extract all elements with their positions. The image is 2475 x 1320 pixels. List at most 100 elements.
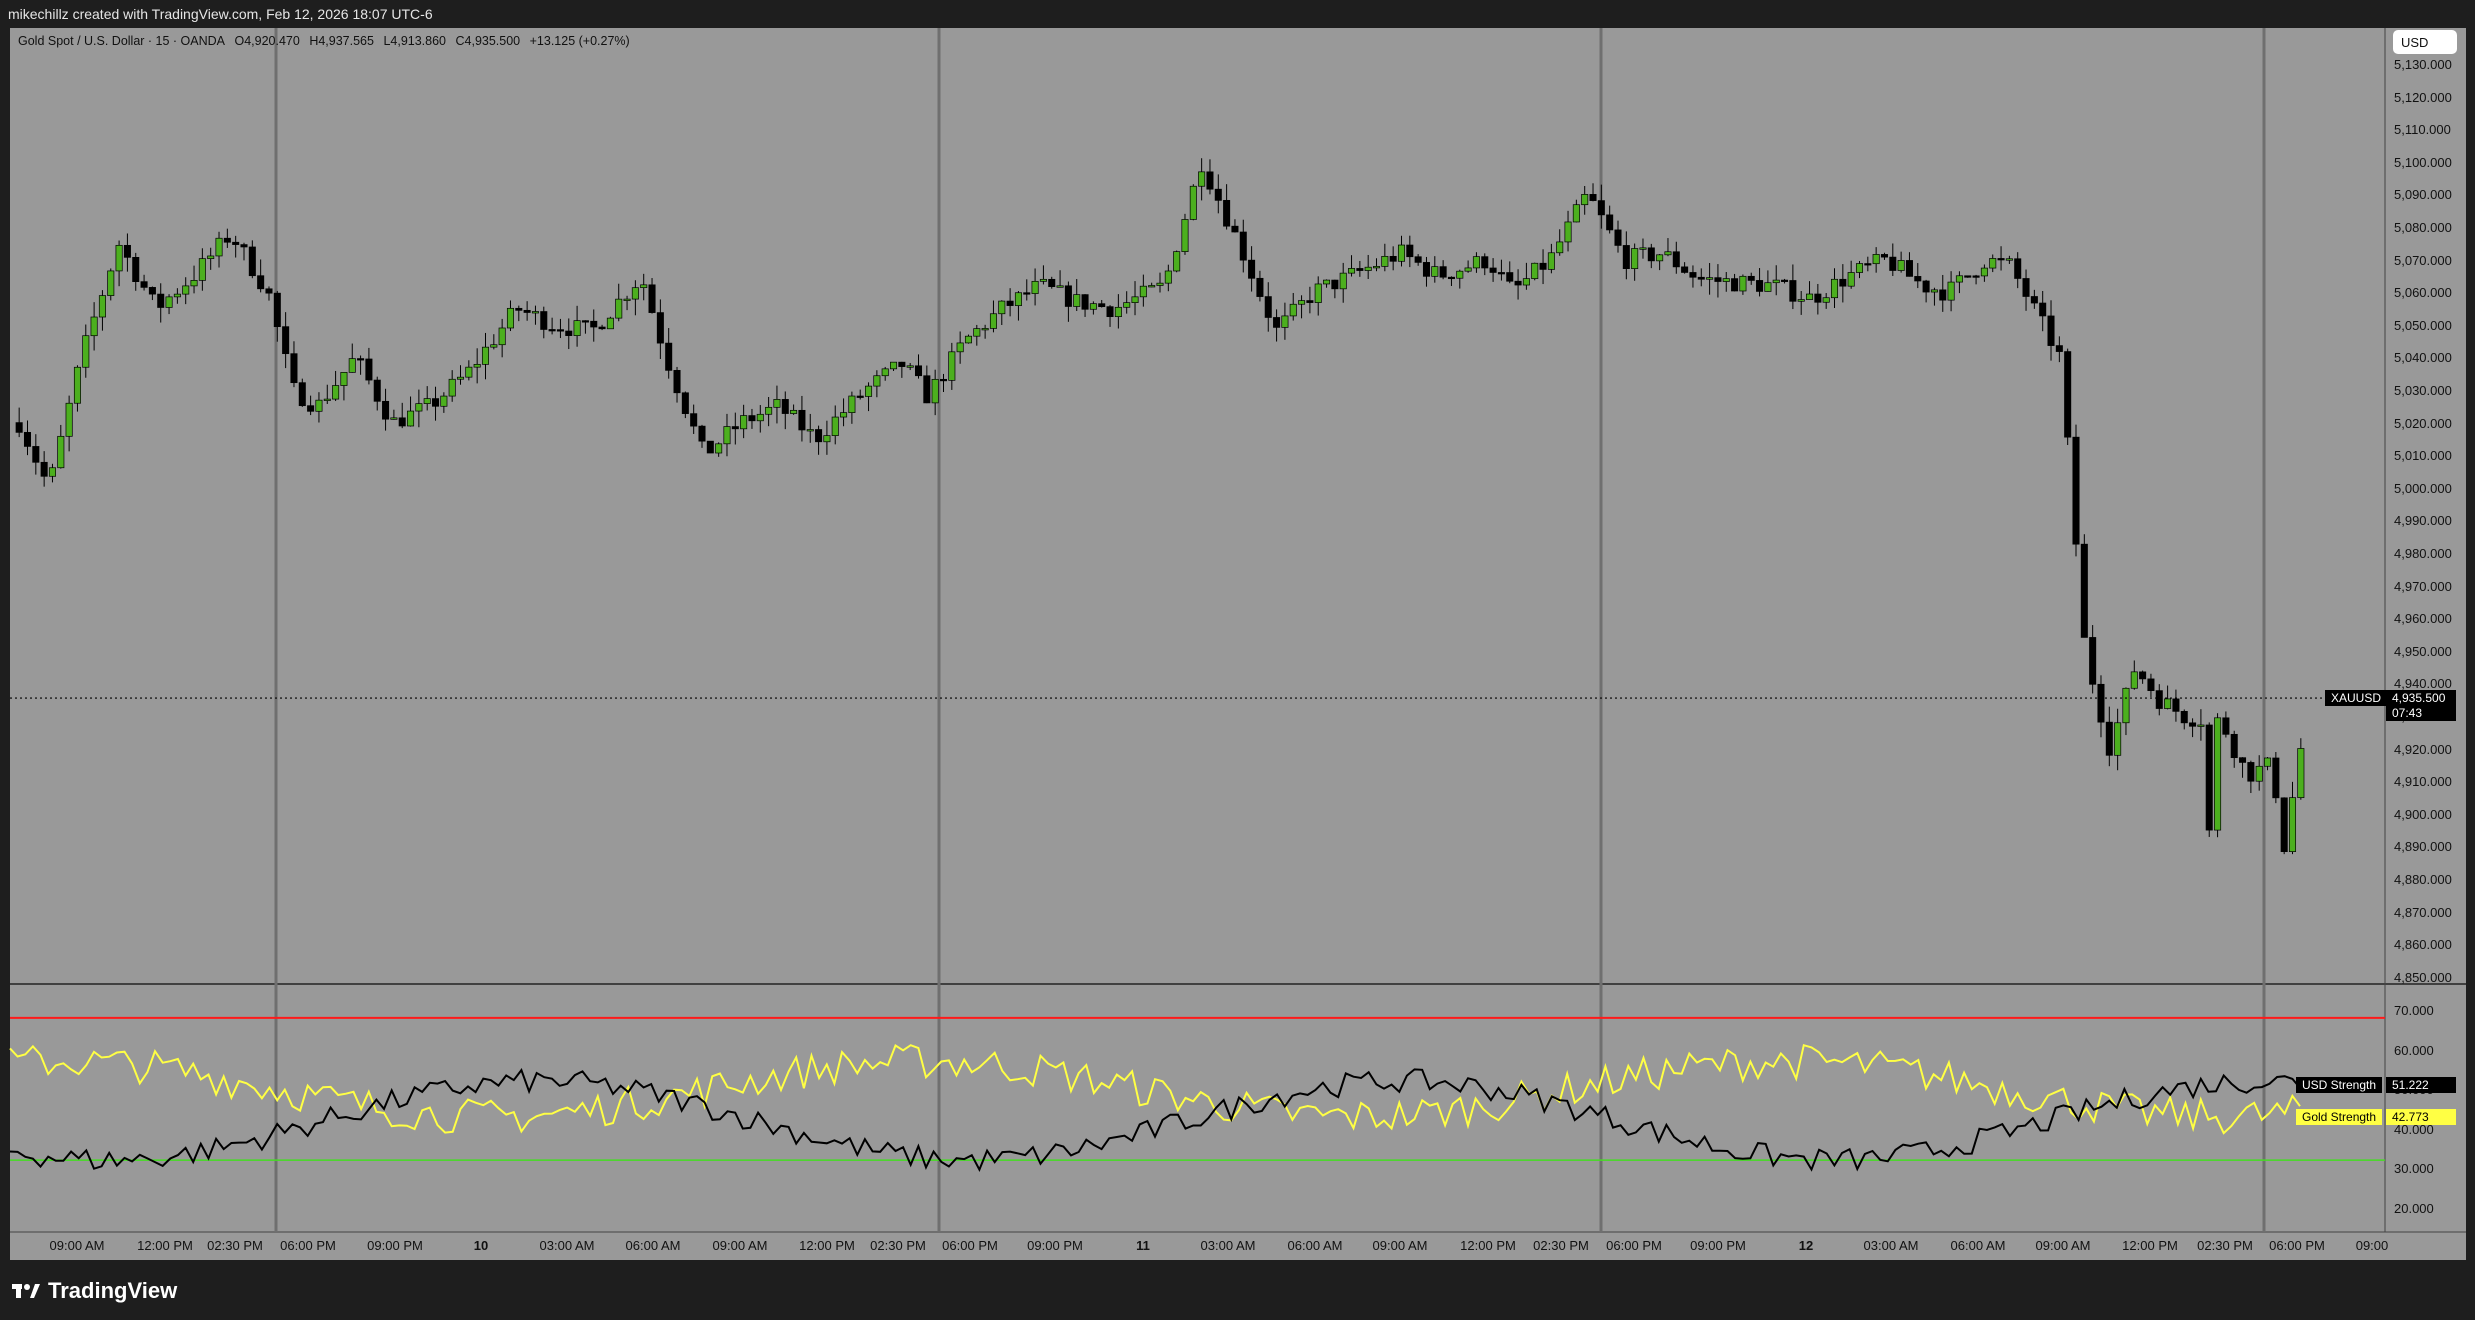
candle-body bbox=[265, 288, 273, 294]
price-axis-label: 5,130.000 bbox=[2394, 57, 2452, 72]
candle-body bbox=[640, 284, 648, 289]
candle-body bbox=[1414, 256, 1422, 263]
candle-body bbox=[1298, 300, 1306, 305]
candle-body bbox=[531, 311, 539, 314]
candle-body bbox=[107, 270, 115, 296]
candle-body bbox=[2222, 717, 2230, 735]
candle-body bbox=[1689, 272, 1697, 278]
candle-body bbox=[748, 415, 756, 422]
price-axis-label: 5,060.000 bbox=[2394, 285, 2452, 301]
candle-body bbox=[1223, 200, 1231, 227]
candle-body bbox=[365, 358, 373, 381]
candle-body bbox=[57, 435, 65, 469]
usd-strength-label: USD Strength bbox=[2296, 1077, 2383, 1093]
candle-body bbox=[1872, 254, 1880, 265]
chart-canvas[interactable] bbox=[0, 0, 2475, 1320]
candle-body bbox=[1472, 256, 1480, 269]
candle-body bbox=[1756, 280, 1764, 292]
candle-body bbox=[706, 440, 714, 454]
candle-body bbox=[1839, 278, 1847, 287]
candle-body bbox=[1939, 289, 1947, 301]
candle-body bbox=[1098, 303, 1106, 308]
price-axis-label: 5,050.000 bbox=[2394, 317, 2452, 333]
candle-body bbox=[2072, 436, 2080, 545]
candle-body bbox=[290, 353, 298, 384]
candle-body bbox=[1706, 277, 1714, 280]
candle-body bbox=[1589, 194, 1597, 201]
symbol-title[interactable]: Gold Spot / U.S. Dollar · 15 · OANDA bbox=[18, 34, 225, 48]
candle-body bbox=[831, 416, 839, 436]
candle-body bbox=[2030, 296, 2038, 304]
candle-body bbox=[1106, 306, 1114, 318]
candle-body bbox=[2147, 678, 2155, 691]
candle-body bbox=[1139, 285, 1147, 298]
brand-name: TradingView bbox=[48, 1278, 178, 1303]
candle-body bbox=[182, 285, 190, 295]
candle-body bbox=[190, 280, 198, 287]
candle-body bbox=[1581, 194, 1589, 206]
candle-body bbox=[1731, 278, 1739, 292]
candle-body bbox=[1239, 231, 1247, 261]
candle-body bbox=[1597, 200, 1605, 216]
indicator-axis-label: 30.000 bbox=[2394, 1161, 2434, 1176]
candle-body bbox=[298, 382, 306, 407]
candle-body bbox=[140, 281, 148, 288]
candle-body bbox=[1889, 256, 1897, 271]
candle-body bbox=[773, 399, 781, 408]
time-axis-label: 06:00 AM bbox=[1950, 1238, 2006, 1253]
candle-body bbox=[656, 312, 664, 344]
price-axis-label: 4,890.000 bbox=[2394, 839, 2452, 855]
candle-body bbox=[1789, 280, 1797, 302]
time-axis-label: 09:00 PM bbox=[367, 1238, 423, 1253]
symbol-legend: Gold Spot / U.S. Dollar · 15 · OANDA O4,… bbox=[18, 34, 636, 48]
candle-body bbox=[923, 375, 931, 404]
candle-body bbox=[931, 378, 939, 404]
candle-body bbox=[2022, 278, 2030, 297]
candle-body bbox=[890, 361, 898, 370]
candle-body bbox=[1547, 252, 1555, 270]
candle-body bbox=[1023, 292, 1031, 295]
time-axis-label: 03:00 AM bbox=[1863, 1238, 1919, 1253]
candle-body bbox=[565, 330, 573, 336]
price-axis-label: 5,020.000 bbox=[2394, 415, 2452, 431]
time-axis-label: 12:00 PM bbox=[799, 1238, 855, 1253]
candle-body bbox=[165, 296, 173, 308]
candle-body bbox=[1123, 302, 1131, 308]
candle-body bbox=[273, 292, 281, 328]
candle-body bbox=[1131, 296, 1139, 303]
currency-button[interactable]: USD bbox=[2393, 30, 2457, 54]
legend-high: H4,937.565 bbox=[309, 34, 374, 48]
candle-body bbox=[2155, 690, 2163, 709]
candle-body bbox=[865, 385, 873, 397]
candle-body bbox=[1256, 277, 1264, 297]
candle-body bbox=[1073, 294, 1081, 307]
candle-body bbox=[914, 365, 923, 377]
candle-body bbox=[2039, 302, 2047, 317]
candle-body bbox=[1980, 267, 1988, 277]
candle-body bbox=[1747, 275, 1755, 281]
candle-body bbox=[323, 398, 331, 401]
price-axis-label: 4,990.000 bbox=[2394, 513, 2452, 529]
candle-body bbox=[1348, 268, 1356, 274]
time-axis-label: 02:30 PM bbox=[870, 1238, 926, 1253]
candle-body bbox=[232, 241, 240, 245]
time-axis-label: 03:00 AM bbox=[539, 1238, 595, 1253]
candle-body bbox=[123, 244, 131, 258]
candle-body bbox=[382, 400, 390, 420]
candle-body bbox=[1522, 278, 1530, 286]
candle-body bbox=[1039, 278, 1047, 282]
candle-body bbox=[1447, 276, 1455, 280]
candle-body bbox=[1014, 292, 1022, 306]
price-axis-label: 4,980.000 bbox=[2394, 546, 2452, 561]
footer-bar bbox=[0, 1260, 2475, 1320]
price-axis-label: 4,870.000 bbox=[2394, 904, 2452, 920]
candle-body bbox=[240, 244, 248, 248]
candle-body bbox=[815, 429, 823, 443]
candle-body bbox=[40, 461, 48, 477]
candle-body bbox=[423, 398, 431, 404]
legend-change: +13.125 (+0.27%) bbox=[529, 34, 630, 48]
candle-body bbox=[1439, 266, 1447, 278]
time-axis-label: 12 bbox=[1798, 1238, 1814, 1253]
tradingview-logo[interactable]: TradingView bbox=[12, 1278, 177, 1304]
candle-body bbox=[1964, 275, 1972, 278]
